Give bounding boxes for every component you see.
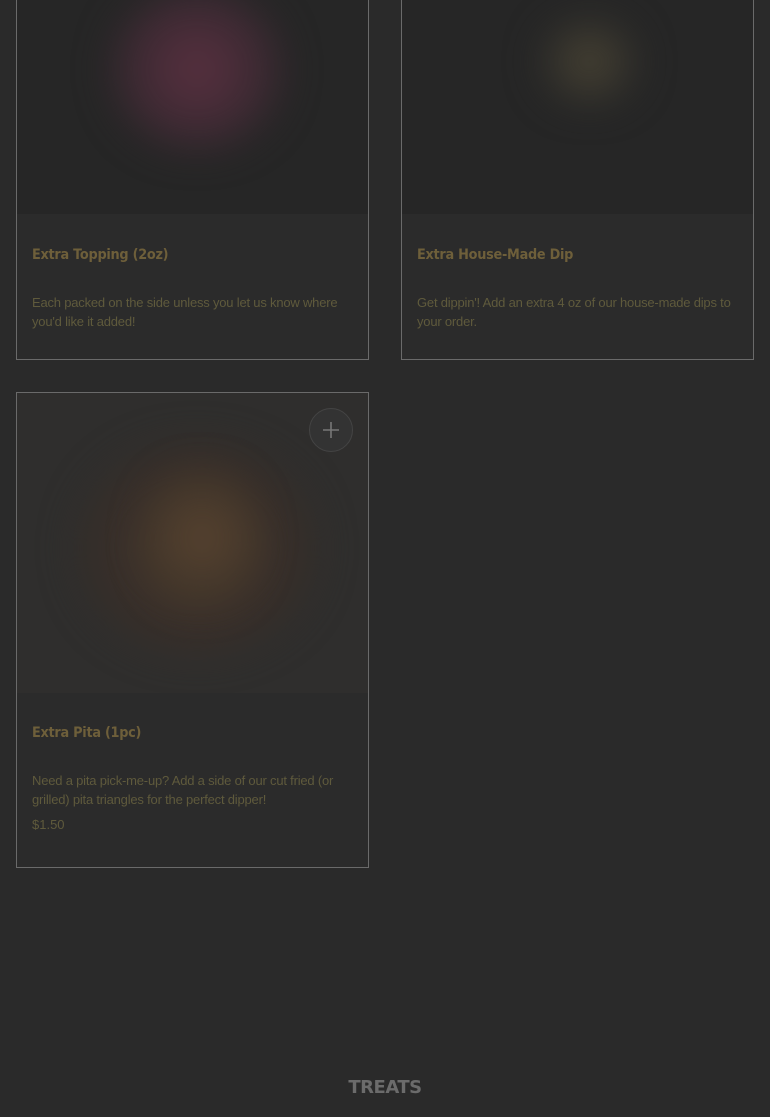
item-image [17, 0, 368, 214]
item-image [402, 0, 753, 214]
item-description: Each packed on the side unless you let u… [32, 295, 338, 329]
add-to-cart-button[interactable] [309, 408, 353, 452]
menu-item-card[interactable]: Extra Topping (2oz) Each packed on the s… [16, 0, 369, 360]
menu-item-card[interactable]: Extra Pita (1pc) Need a pita pick-me-up?… [16, 392, 369, 868]
item-title: Extra Topping (2oz) [32, 247, 169, 263]
item-price: $1.50 [32, 817, 65, 832]
menu-item-card[interactable]: Extra House-Made Dip Get dippin'! Add an… [401, 0, 754, 360]
item-description: Get dippin'! Add an extra 4 oz of our ho… [417, 295, 731, 329]
item-title: Extra Pita (1pc) [32, 725, 142, 741]
section-heading: TREATS [348, 1077, 422, 1098]
item-description: Need a pita pick-me-up? Add a side of ou… [32, 773, 334, 807]
plus-icon [323, 422, 339, 438]
item-title: Extra House-Made Dip [417, 247, 574, 263]
